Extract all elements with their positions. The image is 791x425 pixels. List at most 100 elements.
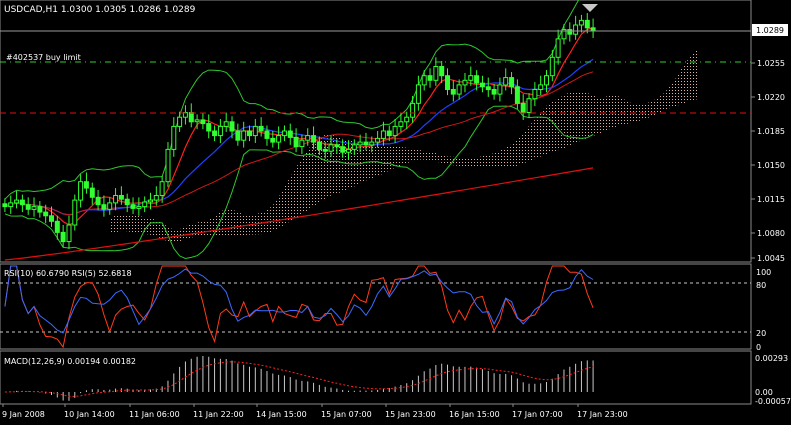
candle-body — [130, 204, 136, 209]
candle-body — [247, 130, 252, 137]
candle-body — [136, 206, 142, 209]
candle-body — [340, 146, 346, 153]
candle-body — [346, 148, 351, 153]
macd-tick-label: 0.00 — [755, 388, 773, 397]
price-tick-label: 1.0185 — [757, 127, 785, 136]
candle-body — [590, 27, 596, 32]
candle-body — [293, 136, 299, 148]
candle-body — [363, 141, 369, 146]
candle-body — [299, 139, 305, 148]
candle-body — [49, 215, 54, 222]
chart-title: USDCAD,H1 1.0300 1.0305 1.0286 1.0289 — [4, 5, 196, 15]
candle-body — [328, 144, 334, 152]
current-price-label: 1.0289 — [756, 26, 784, 35]
price-tick-label: 1.0255 — [757, 59, 785, 68]
candle-body — [311, 135, 317, 143]
candle-body — [171, 125, 177, 150]
time-tick-label: 17 Jan 07:00 — [512, 410, 563, 419]
candle-body — [165, 148, 171, 183]
candle-body — [217, 125, 223, 137]
candle-body — [386, 130, 392, 137]
price-axis: 1.0289 1.02551.02201.01851.01501.01151.0… — [751, 24, 788, 263]
candle-body — [2, 203, 8, 208]
candle-body — [200, 119, 206, 125]
candle-body — [142, 201, 148, 208]
candle-body — [392, 125, 398, 137]
candle-body — [421, 75, 427, 86]
rsi-panel[interactable]: RSI(10) 60.6790 RSI(5) 52.6818 100 80 20 0 — [0, 263, 771, 352]
candle-body — [456, 84, 462, 95]
candle-body — [369, 141, 375, 146]
time-tick-label: 11 Jan 06:00 — [129, 410, 180, 419]
candle-body — [380, 130, 386, 139]
price-tick-label: 1.0150 — [757, 161, 785, 170]
candle-body — [439, 66, 445, 77]
chart-canvas[interactable]: USDCAD,H1 1.0300 1.0305 1.0286 1.0289 #4… — [0, 0, 791, 425]
rsi-tick-label: 20 — [756, 329, 766, 338]
time-tick-label: 16 Jan 15:00 — [449, 410, 500, 419]
candle-body — [578, 19, 584, 26]
candle-body — [316, 141, 322, 151]
candle-body — [567, 29, 573, 35]
candle-body — [25, 204, 31, 210]
candle-body — [107, 202, 113, 210]
candle-body — [450, 89, 456, 95]
candle-body — [555, 38, 561, 58]
macd-tick-label: -0.00057 — [755, 397, 791, 406]
candle-body — [43, 211, 49, 217]
candle-body — [78, 181, 84, 201]
candle-body — [101, 204, 107, 210]
price-tick-label: 1.0080 — [757, 229, 785, 238]
candle-body — [54, 220, 60, 233]
candle-body — [322, 148, 328, 152]
candle-body — [281, 130, 287, 137]
trading-terminal-chart: USDCAD,H1 1.0300 1.0305 1.0286 1.0289 #4… — [0, 0, 791, 425]
macd-panel[interactable]: MACD(12,26,9) 0.00194 0.00182 0.002930.0… — [0, 350, 791, 406]
candle-body — [83, 181, 89, 189]
candle-body — [462, 79, 468, 86]
candle-body — [229, 121, 235, 132]
candle-body — [479, 82, 485, 88]
candle-body — [415, 84, 421, 104]
candle-body — [95, 196, 101, 206]
candle-body — [31, 206, 37, 210]
price-panel[interactable]: USDCAD,H1 1.0300 1.0305 1.0286 1.0289 #4… — [0, 0, 752, 263]
candle-body — [485, 86, 491, 91]
candle-body — [334, 144, 340, 148]
candle-body — [532, 89, 538, 100]
candle-body — [398, 121, 404, 127]
candle-body — [427, 75, 433, 81]
candle-body — [305, 135, 311, 141]
candle-body — [14, 199, 20, 204]
candle-body — [445, 75, 450, 90]
candle-body — [514, 86, 520, 104]
candle-body — [37, 206, 43, 213]
candle-body — [491, 89, 497, 95]
candle-body — [497, 84, 503, 95]
time-tick-label: 9 Jan 2008 — [2, 410, 45, 419]
candle-body — [159, 181, 165, 196]
candle-body — [474, 75, 480, 84]
time-tick-label: 10 Jan 14:00 — [64, 410, 115, 419]
candle-body — [410, 102, 416, 118]
candle-body — [509, 77, 515, 88]
time-tick-label: 11 Jan 22:00 — [193, 410, 244, 419]
candle-body — [584, 19, 590, 29]
order-label[interactable]: #402537 buy limit — [6, 53, 81, 62]
candle-body — [235, 130, 241, 141]
candle-body — [113, 195, 119, 204]
candle-body — [241, 130, 247, 141]
candle-body — [89, 187, 95, 198]
candle-body — [258, 125, 264, 132]
candle-body — [148, 199, 153, 203]
candle-body — [206, 123, 212, 132]
candle-body — [8, 202, 14, 208]
candle-body — [60, 231, 66, 243]
candle-body — [72, 199, 78, 226]
candle-body — [124, 198, 130, 206]
candle-body — [194, 119, 200, 123]
candle-body — [433, 66, 439, 81]
candle-body — [503, 77, 509, 86]
candle-body — [287, 130, 293, 138]
rsi-title: RSI(10) 60.6790 RSI(5) 52.6818 — [4, 269, 132, 278]
